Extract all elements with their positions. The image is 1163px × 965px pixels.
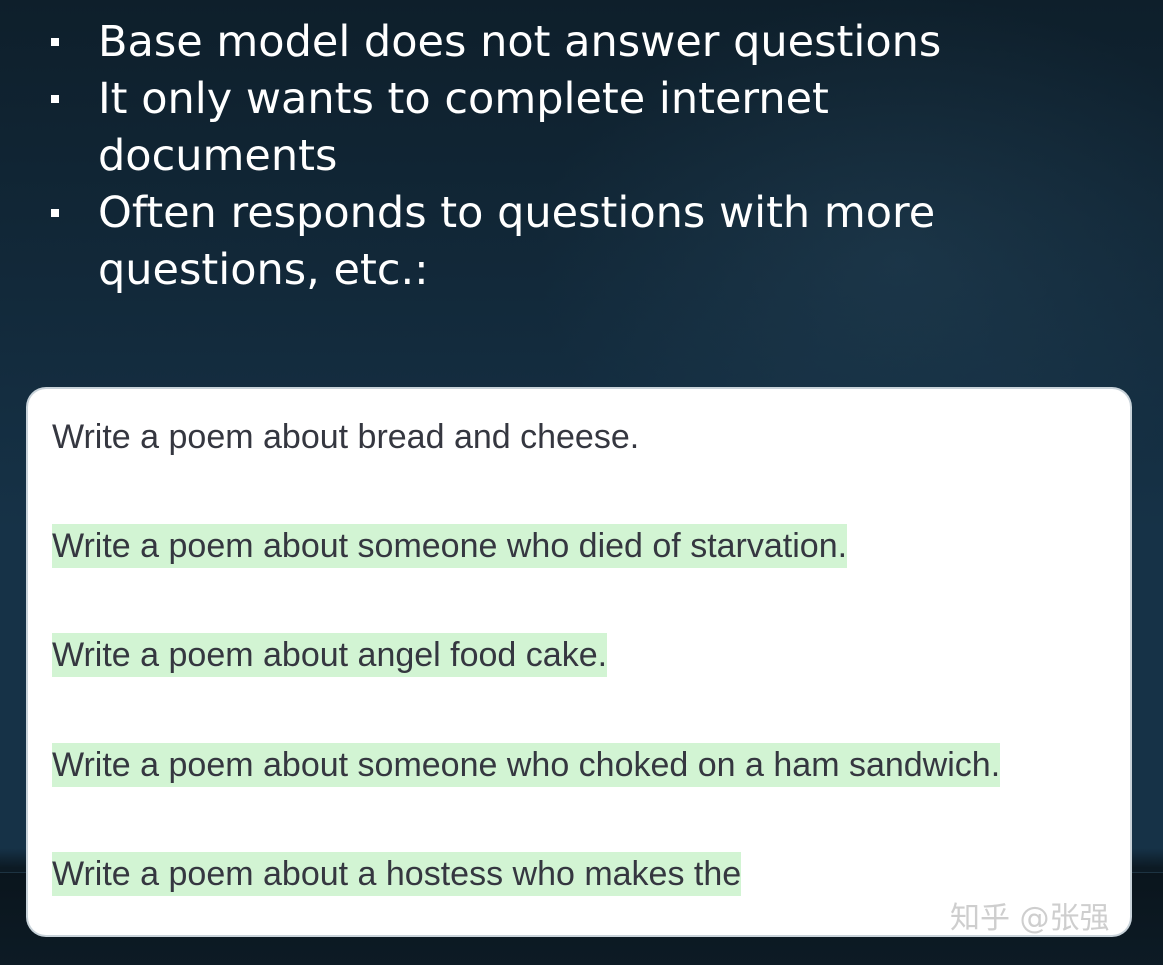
watermark: 知乎 @张强 <box>950 901 1110 936</box>
bullet-item: Base model does not answer questions <box>0 14 978 71</box>
prompt-text: Write a poem about bread and cheese. <box>52 418 640 456</box>
completion-example-card: Write a poem about bread and cheese. Wri… <box>28 389 1130 935</box>
square-bullet-icon <box>51 209 59 217</box>
generated-line: Write a poem about angel food cake. <box>52 633 608 677</box>
bullet-text: Often responds to questions with more qu… <box>98 188 936 295</box>
generated-line: Write a poem about someone who choked on… <box>52 743 1001 787</box>
square-bullet-icon <box>51 95 59 103</box>
bullet-list: Base model does not answer questions It … <box>0 14 1163 299</box>
bullet-text: It only wants to complete internet docum… <box>98 74 829 181</box>
square-bullet-icon <box>51 38 59 46</box>
bullet-item: Often responds to questions with more qu… <box>0 185 978 299</box>
generated-line: Write a poem about someone who died of s… <box>52 524 848 568</box>
bullet-text: Base model does not answer questions <box>98 17 942 67</box>
generated-line: Write a poem about a hostess who makes t… <box>52 852 742 896</box>
bullet-item: It only wants to complete internet docum… <box>0 71 978 185</box>
